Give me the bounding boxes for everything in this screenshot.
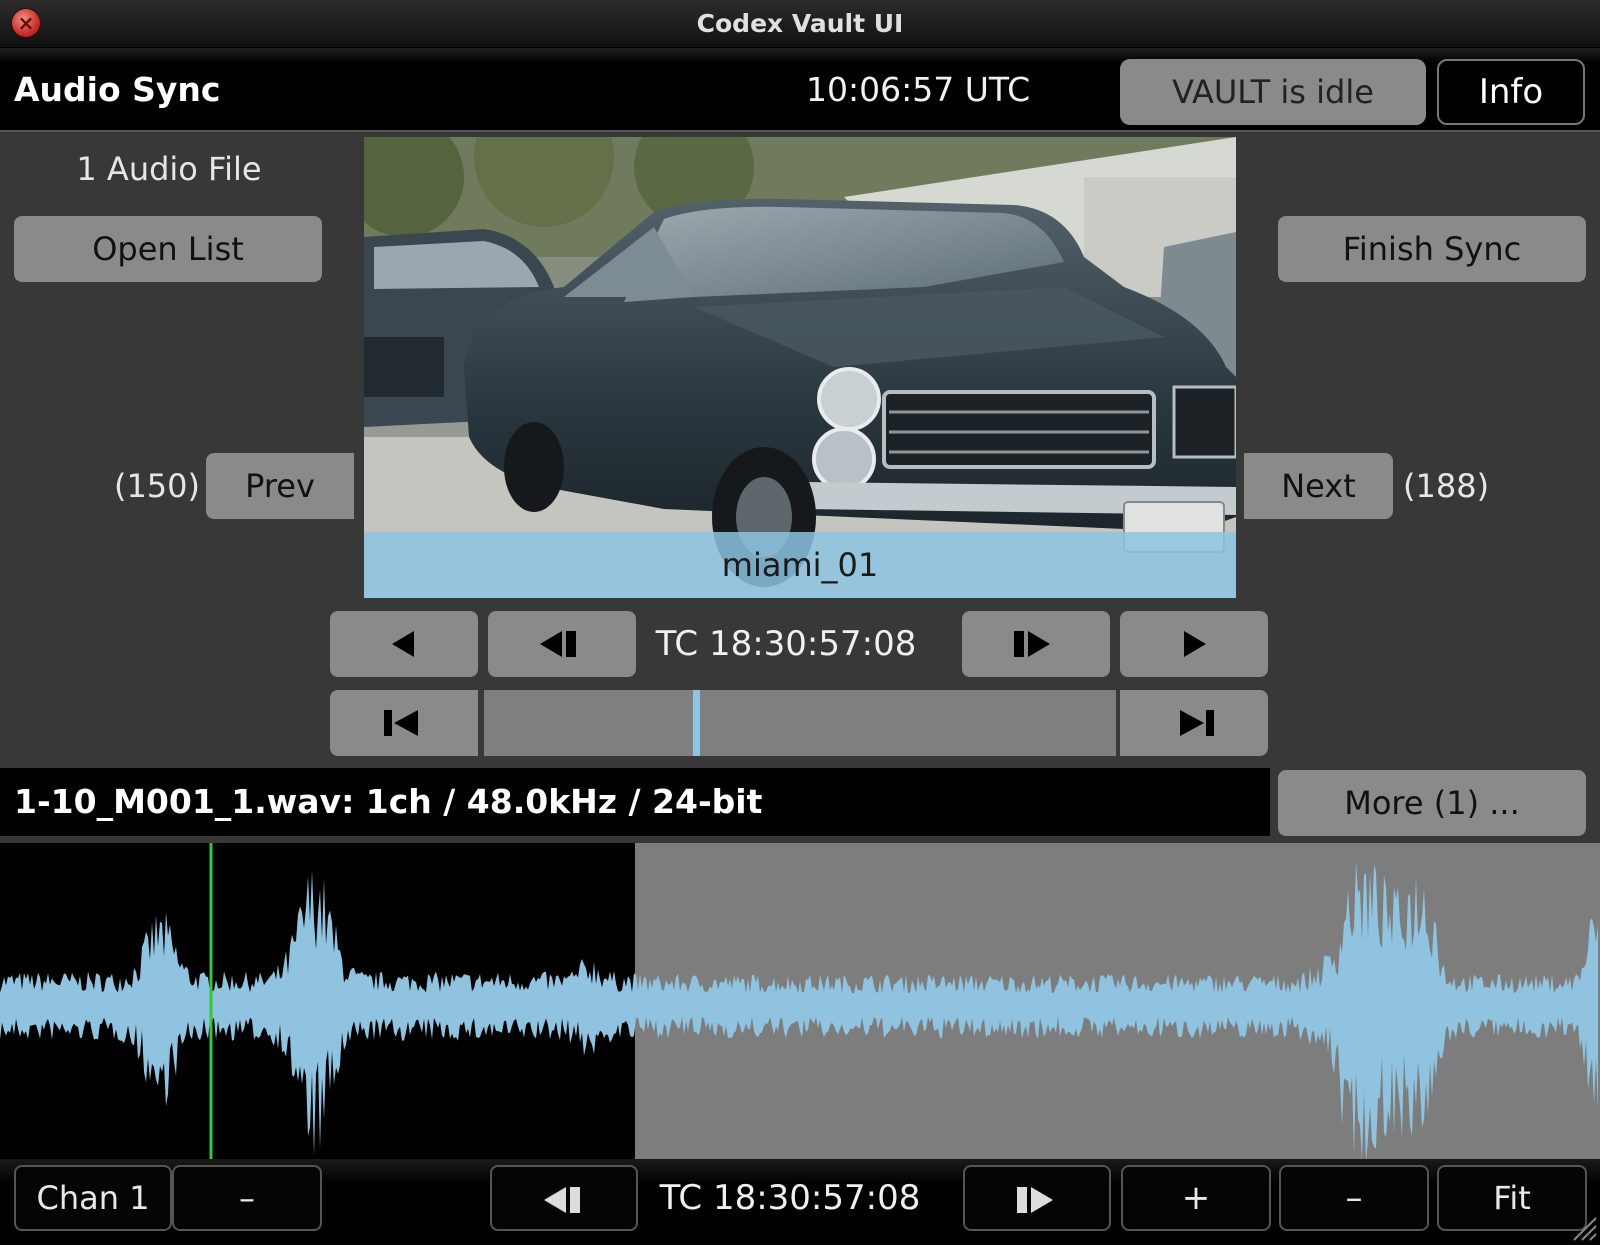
next-count: (188) <box>1403 467 1490 505</box>
window-titlebar: × Codex Vault UI <box>0 0 1600 48</box>
nudge-forward-icon <box>1017 1187 1053 1213</box>
step-back-frame-button[interactable] <box>488 611 636 677</box>
audio-file-info: 1-10_M001_1.wav: 1ch / 48.0kHz / 24-bit <box>14 782 763 821</box>
step-back-frame-icon <box>540 631 576 657</box>
go-to-start-button[interactable] <box>330 690 478 756</box>
waveform-graphic <box>0 843 1600 1159</box>
open-list-button[interactable]: Open List <box>14 216 322 282</box>
video-preview[interactable]: miami_01 <box>364 137 1236 598</box>
play-reverse-icon <box>392 631 414 657</box>
more-files-button[interactable]: More (1) ... <box>1278 770 1586 836</box>
timeline-scrubber[interactable] <box>484 690 1116 756</box>
audio-file-info-bar: 1-10_M001_1.wav: 1ch / 48.0kHz / 24-bit <box>0 768 1270 836</box>
step-forward-frame-button[interactable] <box>962 611 1110 677</box>
prev-count: (150) <box>113 467 200 505</box>
resize-grip-icon[interactable] <box>1568 1212 1598 1242</box>
step-forward-frame-icon <box>1014 631 1050 657</box>
skip-to-end-icon <box>1180 710 1214 736</box>
audio-nudge-forward-button[interactable] <box>963 1165 1111 1231</box>
audio-file-count: 1 Audio File <box>76 150 262 188</box>
play-forward-button[interactable] <box>1120 611 1268 677</box>
play-forward-icon <box>1184 631 1206 657</box>
zoom-fit-button[interactable]: Fit <box>1437 1165 1587 1231</box>
zoom-in-button[interactable]: + <box>1121 1165 1271 1231</box>
prev-clip-button[interactable]: Prev <box>206 453 354 519</box>
utc-clock: 10:06:57 UTC <box>806 70 1031 109</box>
timecode-display: TC 18:30:57:08 <box>655 624 917 664</box>
go-to-end-button[interactable] <box>1120 690 1268 756</box>
next-clip-button[interactable]: Next <box>1244 453 1393 519</box>
window-title: Codex Vault UI <box>696 9 904 38</box>
page-title: Audio Sync <box>14 70 221 109</box>
nudge-back-icon <box>544 1187 580 1213</box>
vault-status-button[interactable]: VAULT is idle <box>1120 59 1426 125</box>
audio-timecode-display: TC 18:30:57:08 <box>659 1178 921 1218</box>
clip-name-label: miami_01 <box>364 532 1236 598</box>
channel-remove-button[interactable]: – <box>172 1165 322 1231</box>
finish-sync-button[interactable]: Finish Sync <box>1278 216 1586 282</box>
preview-frame-image <box>364 137 1236 598</box>
app-window: × Codex Vault UI Audio Sync 10:06:57 UTC… <box>0 0 1600 1245</box>
skip-to-start-icon <box>384 710 418 736</box>
audio-nudge-back-button[interactable] <box>490 1165 638 1231</box>
zoom-out-button[interactable]: – <box>1279 1165 1429 1231</box>
audio-waveform[interactable] <box>0 843 1600 1159</box>
play-reverse-button[interactable] <box>330 611 478 677</box>
info-button[interactable]: Info <box>1437 59 1585 125</box>
scrubber-playhead[interactable] <box>693 690 700 756</box>
channel-select-button[interactable]: Chan 1 <box>14 1165 172 1231</box>
